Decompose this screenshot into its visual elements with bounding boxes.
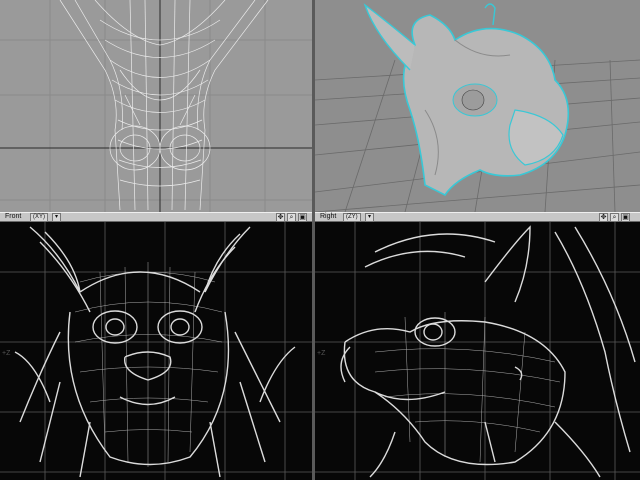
right-viewport-toolbar: Right (ZY) ▾ ✥ ⌕ ▣: [315, 212, 640, 222]
perspective-view-model: [315, 3, 640, 212]
chevron-down-icon[interactable]: ▾: [365, 213, 374, 222]
modeler-window: Front (XY) ▾ ✥ ⌕ ▣ Right (ZY) ▾ ✥ ⌕ ▣ +Z…: [0, 0, 640, 480]
front-view-sketch: [0, 222, 312, 480]
front-viewport-toolbar: Front (XY) ▾ ✥ ⌕ ▣: [0, 212, 312, 222]
axis-label: +Z: [2, 350, 11, 357]
front-viewport[interactable]: +Z: [0, 222, 312, 480]
front-view-mode-dropdown[interactable]: (XY): [30, 213, 48, 222]
perspective-viewport[interactable]: [315, 0, 640, 212]
right-view-mode-dropdown[interactable]: (ZY): [343, 213, 361, 222]
axis-label: +Z: [317, 350, 326, 357]
move-view-icon[interactable]: ✥: [276, 213, 285, 222]
top-viewport[interactable]: [0, 0, 312, 212]
right-view-sketch: [315, 222, 640, 480]
zoom-view-icon[interactable]: ⌕: [287, 213, 296, 222]
front-viewport-label: Front: [5, 213, 22, 220]
right-viewport[interactable]: +Z: [315, 222, 640, 480]
move-view-icon[interactable]: ✥: [599, 213, 608, 222]
maximize-view-icon[interactable]: ▣: [298, 213, 307, 222]
top-view-wireframe: [0, 0, 312, 212]
zoom-view-icon[interactable]: ⌕: [610, 213, 619, 222]
maximize-view-icon[interactable]: ▣: [621, 213, 630, 222]
chevron-down-icon[interactable]: ▾: [52, 213, 61, 222]
right-viewport-label: Right: [320, 213, 337, 220]
